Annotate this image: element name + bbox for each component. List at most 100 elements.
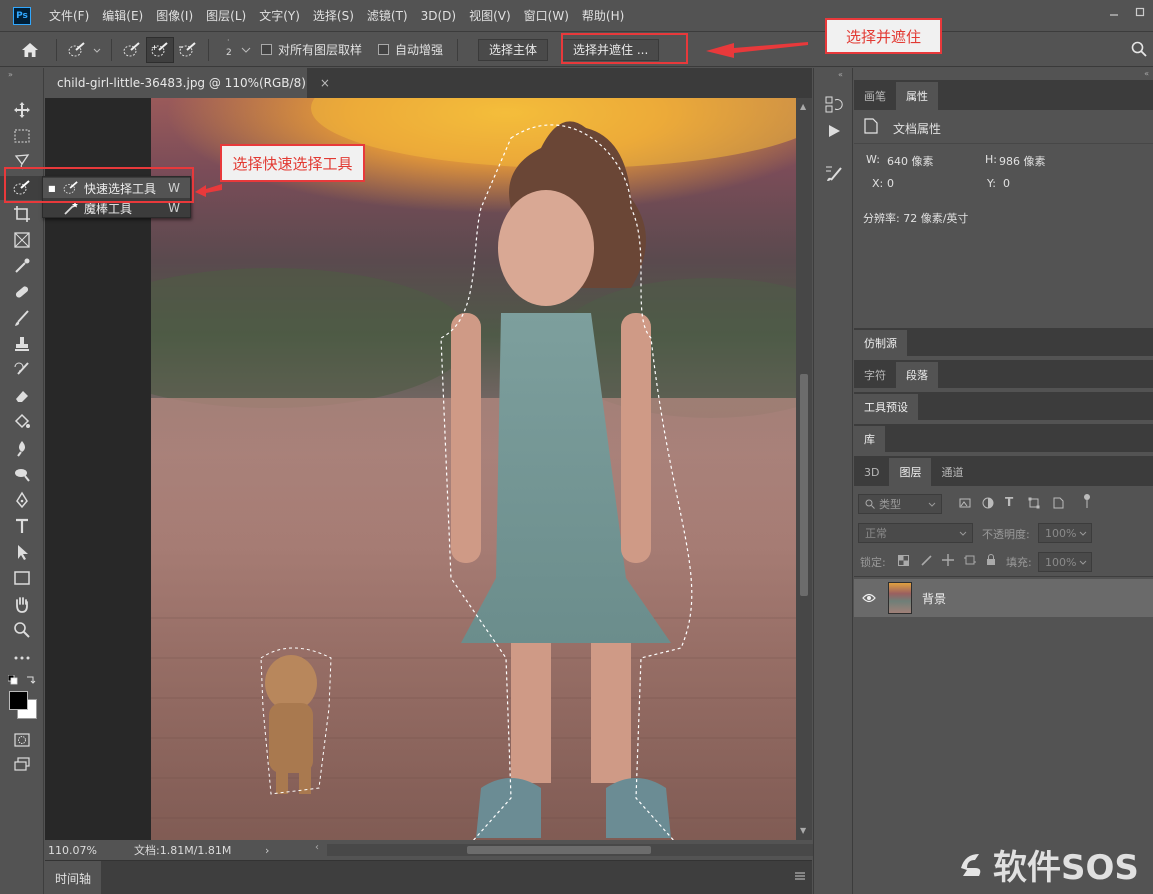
swap-colors-icon[interactable] [25, 673, 37, 688]
menu-window[interactable]: 窗口(W) [524, 7, 569, 24]
eraser-tool-icon[interactable] [0, 384, 44, 408]
menu-help[interactable]: 帮助(H) [582, 7, 624, 24]
clone-stamp-tool-icon[interactable] [0, 332, 44, 356]
screen-mode-icon[interactable] [0, 752, 44, 776]
menu-edit[interactable]: 编辑(E) [102, 7, 143, 24]
blur-tool-icon[interactable] [0, 436, 44, 460]
lock-position-icon[interactable] [942, 554, 954, 569]
menu-layer[interactable]: 图层(L) [206, 7, 246, 24]
filter-type-icon[interactable]: T [1005, 495, 1013, 509]
menu-3d[interactable]: 3D(D) [421, 9, 456, 23]
tab-tool-presets[interactable]: 工具预设 [854, 394, 918, 420]
actions-play-icon[interactable] [827, 124, 841, 141]
tab-character[interactable]: 字符 [854, 362, 896, 388]
tab-brush[interactable]: 画笔 [854, 82, 896, 110]
subtract-from-selection-icon[interactable] [174, 37, 202, 63]
zoom-level[interactable]: 110.07% [48, 844, 128, 857]
menu-file[interactable]: 文件(F) [49, 7, 89, 24]
add-to-selection-icon[interactable]: + [146, 36, 174, 63]
foreground-color-swatch[interactable] [9, 691, 28, 710]
layer-name: 背景 [922, 591, 947, 606]
opacity-input[interactable]: 100% [1038, 523, 1092, 543]
blend-mode-select[interactable]: 正常 [858, 523, 973, 543]
close-icon[interactable]: × [320, 76, 330, 90]
brush-tool-icon[interactable] [0, 306, 44, 330]
vertical-scrollbar[interactable]: ▲ ▼ [796, 98, 812, 840]
filter-pixel-icon[interactable] [959, 497, 971, 512]
tab-paragraph[interactable]: 段落 [896, 362, 938, 388]
layer-row-background[interactable]: 背景 [854, 579, 1153, 617]
minimize-icon[interactable] [1101, 0, 1127, 24]
tab-channels[interactable]: 通道 [931, 458, 973, 486]
tab-properties[interactable]: 属性 [896, 82, 938, 110]
filter-shape-icon[interactable] [1028, 497, 1040, 512]
hand-tool-icon[interactable] [0, 592, 44, 616]
new-selection-icon[interactable] [118, 37, 146, 63]
timeline-tab[interactable]: 时间轴 [45, 861, 101, 894]
filter-toggle-icon[interactable] [1083, 493, 1091, 512]
scroll-left-icon[interactable]: ‹ [315, 842, 319, 853]
collapse-arrows-icon[interactable]: « [838, 70, 843, 79]
document-tab[interactable]: child-girl-little-36483.jpg @ 110%(RGB/8… [45, 68, 330, 98]
tab-clone-source[interactable]: 仿制源 [854, 330, 907, 356]
zoom-tool-icon[interactable] [0, 618, 44, 642]
filter-adjustment-icon[interactable] [982, 497, 994, 512]
layer-visibility-eye-icon[interactable] [858, 593, 880, 603]
lock-transparent-pixels-icon[interactable] [898, 555, 909, 569]
sample-all-layers-checkbox[interactable]: 对所有图层取样 [261, 41, 362, 58]
scroll-down-icon[interactable]: ▼ [800, 826, 806, 835]
more-tools-icon[interactable] [0, 646, 44, 670]
auto-enhance-checkbox[interactable]: 自动增强 [378, 41, 443, 58]
marquee-tool-icon[interactable] [0, 124, 44, 148]
filter-smart-object-icon[interactable] [1052, 497, 1064, 512]
collapse-arrows-icon[interactable]: » [8, 70, 13, 79]
menu-image[interactable]: 图像(I) [156, 7, 193, 24]
layer-filter-kind[interactable]: 类型 [858, 494, 942, 514]
tab-libraries[interactable]: 库 [854, 426, 885, 452]
type-tool-icon[interactable] [0, 514, 44, 538]
annotation-label-mask: 选择并遮住 [825, 18, 942, 54]
menu-view[interactable]: 视图(V) [469, 7, 511, 24]
magic-wand-icon [64, 202, 78, 215]
move-tool-icon[interactable] [0, 98, 44, 122]
frame-tool-icon[interactable] [0, 228, 44, 252]
default-colors-icon[interactable] [7, 674, 18, 688]
menu-select[interactable]: 选择(S) [313, 7, 354, 24]
menu-type[interactable]: 文字(Y) [259, 7, 300, 24]
history-brush-tool-icon[interactable] [0, 358, 44, 382]
path-selection-tool-icon[interactable] [0, 540, 44, 564]
lock-artboard-icon[interactable] [964, 554, 976, 569]
collapse-arrows-icon[interactable]: « [1144, 69, 1149, 78]
status-menu-arrow-icon[interactable]: › [265, 844, 269, 857]
dodge-tool-icon[interactable] [0, 462, 44, 486]
maximize-icon[interactable] [1127, 0, 1153, 24]
eyedropper-tool-icon[interactable] [0, 254, 44, 278]
brush-size-picker[interactable]: · 2 [215, 36, 255, 63]
document-image[interactable] [151, 98, 796, 840]
horizontal-scrollbar[interactable]: ‹ › [315, 842, 842, 856]
pen-tool-icon[interactable] [0, 488, 44, 512]
crop-tool-icon[interactable] [0, 202, 44, 226]
tab-layers[interactable]: 图层 [889, 458, 932, 486]
healing-brush-tool-icon[interactable] [0, 280, 44, 304]
horizontal-scroll-thumb[interactable] [467, 846, 651, 854]
select-subject-button[interactable]: 选择主体 [478, 38, 549, 61]
tab-3d[interactable]: 3D [854, 458, 889, 486]
brush-settings-icon[interactable] [825, 164, 843, 185]
vertical-scroll-thumb[interactable] [800, 374, 808, 596]
quick-mask-icon[interactable] [0, 728, 44, 752]
history-panel-icon[interactable] [825, 96, 843, 117]
menu-filter[interactable]: 滤镜(T) [367, 7, 408, 24]
lock-all-icon[interactable] [986, 554, 996, 569]
photoshop-logo[interactable]: Ps [13, 6, 31, 25]
rectangle-tool-icon[interactable] [0, 566, 44, 590]
resolution: 分辨率: 72 像素/英寸 [863, 212, 969, 225]
fill-input[interactable]: 100% [1038, 552, 1092, 572]
scroll-up-icon[interactable]: ▲ [800, 102, 806, 111]
home-icon[interactable] [10, 37, 50, 63]
paint-bucket-tool-icon[interactable] [0, 410, 44, 434]
tool-preset-picker-icon[interactable] [63, 37, 105, 63]
lock-image-pixels-icon[interactable] [920, 554, 932, 569]
search-icon[interactable] [1131, 41, 1147, 57]
panel-menu-icon[interactable] [794, 870, 806, 884]
